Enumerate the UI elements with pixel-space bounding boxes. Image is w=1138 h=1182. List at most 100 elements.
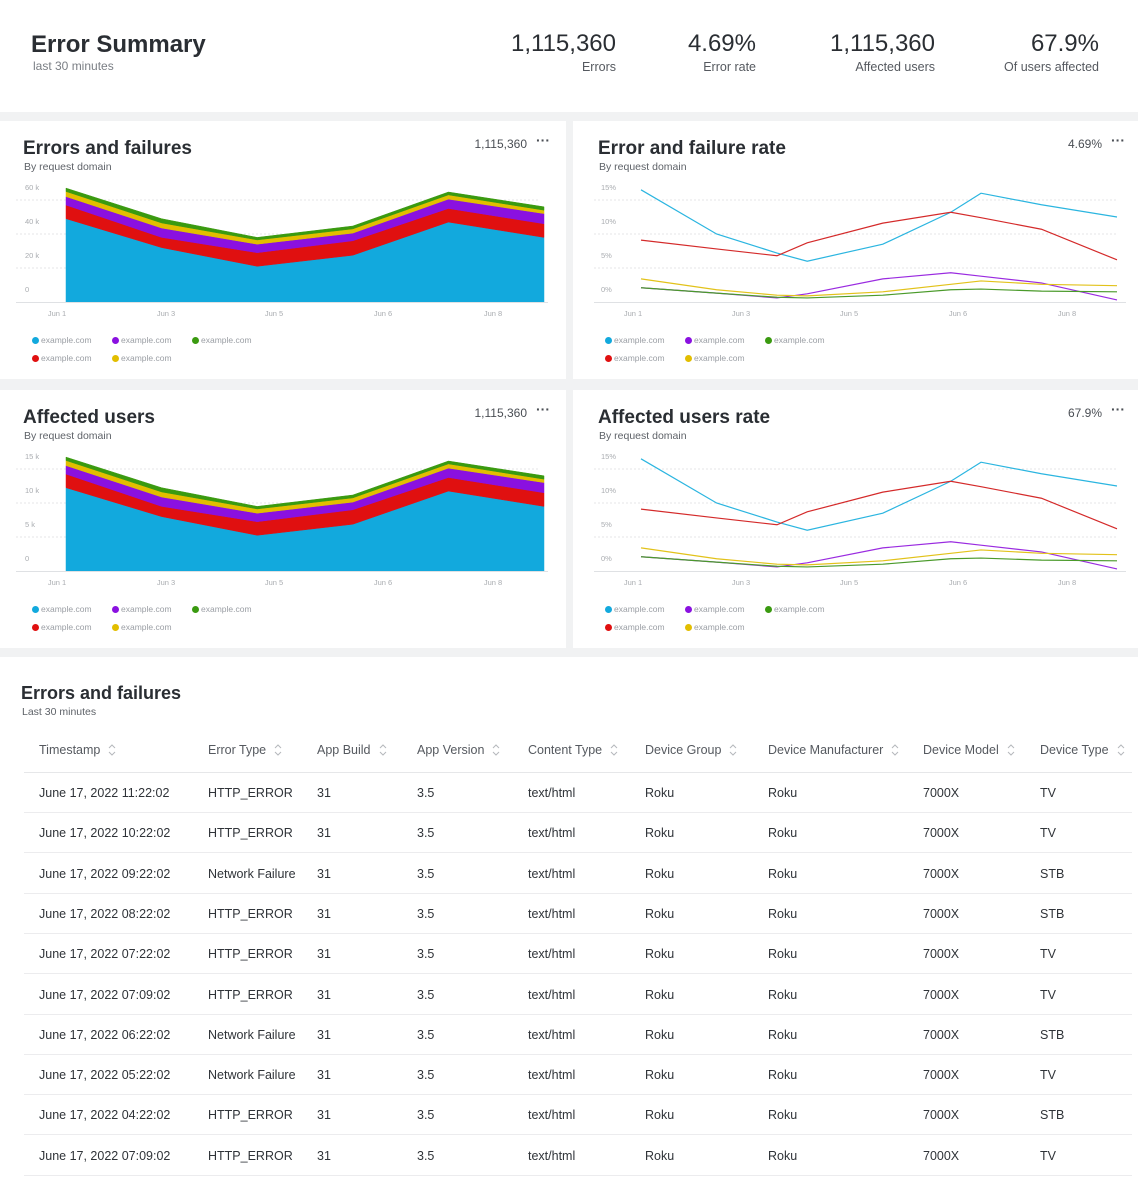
legend-item[interactable]: example.com: [112, 604, 172, 614]
legend-color-dot-icon: [605, 336, 612, 344]
column-header[interactable]: Device Manufacturer: [768, 742, 899, 758]
sort-icon[interactable]: [379, 742, 387, 758]
table-cell: 3.5: [417, 906, 435, 921]
legend-color-dot-icon: [112, 623, 119, 631]
chart-card-error-rate: Error and failure rate By request domain…: [573, 121, 1138, 379]
sort-icon[interactable]: [274, 742, 282, 758]
legend-label: example.com: [41, 622, 92, 632]
table-cell: 31: [317, 947, 331, 962]
legend-item[interactable]: example.com: [605, 335, 665, 345]
legend-item[interactable]: example.com: [32, 335, 92, 345]
column-header[interactable]: Device Model: [923, 742, 1015, 758]
x-tick-label: Jun 5: [265, 309, 283, 318]
table-row[interactable]: June 17, 2022 11:22:02 HTTP_ERROR 31 3.5 tex…: [24, 773, 1132, 813]
legend-label: example.com: [121, 353, 172, 363]
table-cell: 7000X: [923, 947, 960, 962]
table-cell: 7000X: [923, 906, 960, 921]
table-cell: 3.5: [417, 1027, 435, 1042]
sort-icon[interactable]: [729, 742, 737, 758]
table-row[interactable]: June 17, 2022 07:09:02 HTTP_ERROR 31 3.5 tex…: [24, 1136, 1132, 1176]
table-row[interactable]: June 17, 2022 05:22:02 Network Failure 31 3…: [24, 1055, 1132, 1096]
column-header[interactable]: App Build: [317, 742, 387, 758]
legend-item[interactable]: example.com: [112, 335, 172, 345]
errors-table-card: Errors and failures Last 30 minutes Time…: [0, 657, 1138, 1182]
legend-item[interactable]: example.com: [605, 353, 665, 363]
table-cell: HTTP_ERROR: [208, 987, 293, 1002]
table-cell: 31: [317, 826, 331, 841]
table-row[interactable]: June 17, 2022 04:22:02 HTTP_ERROR 31 3.5 tex…: [24, 1095, 1132, 1136]
table-cell: STB: [1040, 866, 1065, 881]
y-tick-label: 0: [25, 285, 29, 294]
table-cell: Roku: [645, 1108, 675, 1123]
sort-icon[interactable]: [108, 742, 116, 758]
table-cell: 31: [317, 906, 331, 921]
table-cell: STB: [1040, 1027, 1065, 1042]
legend-item[interactable]: example.com: [685, 604, 745, 614]
table-row[interactable]: June 17, 2022 10:22:02 HTTP_ERROR 31 3.5 tex…: [24, 813, 1132, 854]
legend-item[interactable]: example.com: [685, 353, 745, 363]
y-tick-label: 20 k: [25, 251, 39, 260]
legend-color-dot-icon: [32, 336, 39, 344]
legend-label: example.com: [614, 604, 665, 614]
legend-item[interactable]: example.com: [112, 353, 172, 363]
table-row[interactable]: June 17, 2022 07:22:02 HTTP_ERROR 31 3.5 tex…: [24, 934, 1132, 975]
table-cell: TV: [1040, 826, 1056, 841]
column-header[interactable]: Timestamp: [39, 742, 116, 758]
x-tick-label: Jun 8: [484, 578, 502, 587]
table-cell: text/html: [528, 906, 576, 921]
column-header-label: App Version: [417, 743, 485, 757]
sort-icon[interactable]: [891, 742, 899, 758]
table-cell: Roku: [768, 1068, 798, 1083]
sort-icon[interactable]: [1117, 742, 1125, 758]
table-row[interactable]: June 17, 2022 08:22:02 HTTP_ERROR 31 3.5 tex…: [24, 894, 1132, 934]
x-tick-label: Jun 1: [48, 578, 66, 587]
column-header[interactable]: Error Type: [208, 742, 282, 758]
legend-item[interactable]: example.com: [32, 604, 92, 614]
y-tick-label: 60 k: [25, 183, 39, 192]
column-header[interactable]: Device Group: [645, 742, 737, 758]
table-cell: Roku: [645, 866, 675, 881]
legend-item[interactable]: example.com: [605, 622, 665, 632]
y-tick-label: 15%: [601, 183, 616, 192]
legend-item[interactable]: example.com: [685, 622, 745, 632]
sort-icon[interactable]: [610, 742, 618, 758]
legend-item[interactable]: example.com: [112, 622, 172, 632]
table-cell: TV: [1040, 987, 1056, 1002]
summary-header: Error Summary last 30 minutes 1,115,360 …: [0, 0, 1138, 112]
table-cell: HTTP_ERROR: [208, 1148, 293, 1163]
table-row[interactable]: June 17, 2022 07:09:02 HTTP_ERROR 31 3.5 tex…: [24, 975, 1132, 1015]
column-header-label: Content Type: [528, 743, 603, 757]
y-tick-label: 5 k: [25, 520, 35, 529]
table-cell: June 17, 2022 09:22:02: [39, 866, 171, 881]
sort-icon[interactable]: [492, 742, 500, 758]
legend-color-dot-icon: [112, 605, 119, 613]
y-tick-label: 10 k: [25, 486, 39, 495]
column-header[interactable]: Device Type: [1040, 742, 1125, 758]
legend-item[interactable]: example.com: [32, 353, 92, 363]
sort-icon[interactable]: [1007, 742, 1015, 758]
table-cell: 3.5: [417, 1148, 435, 1163]
kpi-errors: 1,115,360 Errors: [511, 30, 616, 74]
legend-color-dot-icon: [605, 623, 612, 631]
column-header[interactable]: App Version: [417, 742, 500, 758]
legend-color-dot-icon: [605, 354, 612, 362]
legend-item[interactable]: example.com: [605, 604, 665, 614]
table-cell: 31: [317, 786, 331, 800]
table-cell: 3.5: [417, 1068, 435, 1083]
legend-item[interactable]: example.com: [685, 335, 745, 345]
legend-item[interactable]: example.com: [192, 604, 252, 614]
table-cell: 3.5: [417, 987, 435, 1002]
column-header[interactable]: Content Type: [528, 742, 618, 758]
table-subtitle: Last 30 minutes: [22, 706, 97, 718]
legend-item[interactable]: example.com: [765, 335, 825, 345]
table-title: Errors and failures: [21, 683, 182, 703]
legend-color-dot-icon: [685, 605, 692, 613]
legend-item[interactable]: example.com: [32, 622, 92, 632]
legend-item[interactable]: example.com: [192, 335, 252, 345]
table-cell: June 17, 2022 10:22:02: [39, 826, 171, 841]
table-row[interactable]: June 17, 2022 06:22:02 Network Failure 31 3…: [24, 1015, 1132, 1055]
table-row[interactable]: June 17, 2022 09:22:02 Network Failure 31 3…: [24, 854, 1132, 894]
table-cell: 7000X: [923, 1068, 960, 1083]
y-tick-label: 0%: [601, 554, 612, 563]
legend-item[interactable]: example.com: [765, 604, 825, 614]
